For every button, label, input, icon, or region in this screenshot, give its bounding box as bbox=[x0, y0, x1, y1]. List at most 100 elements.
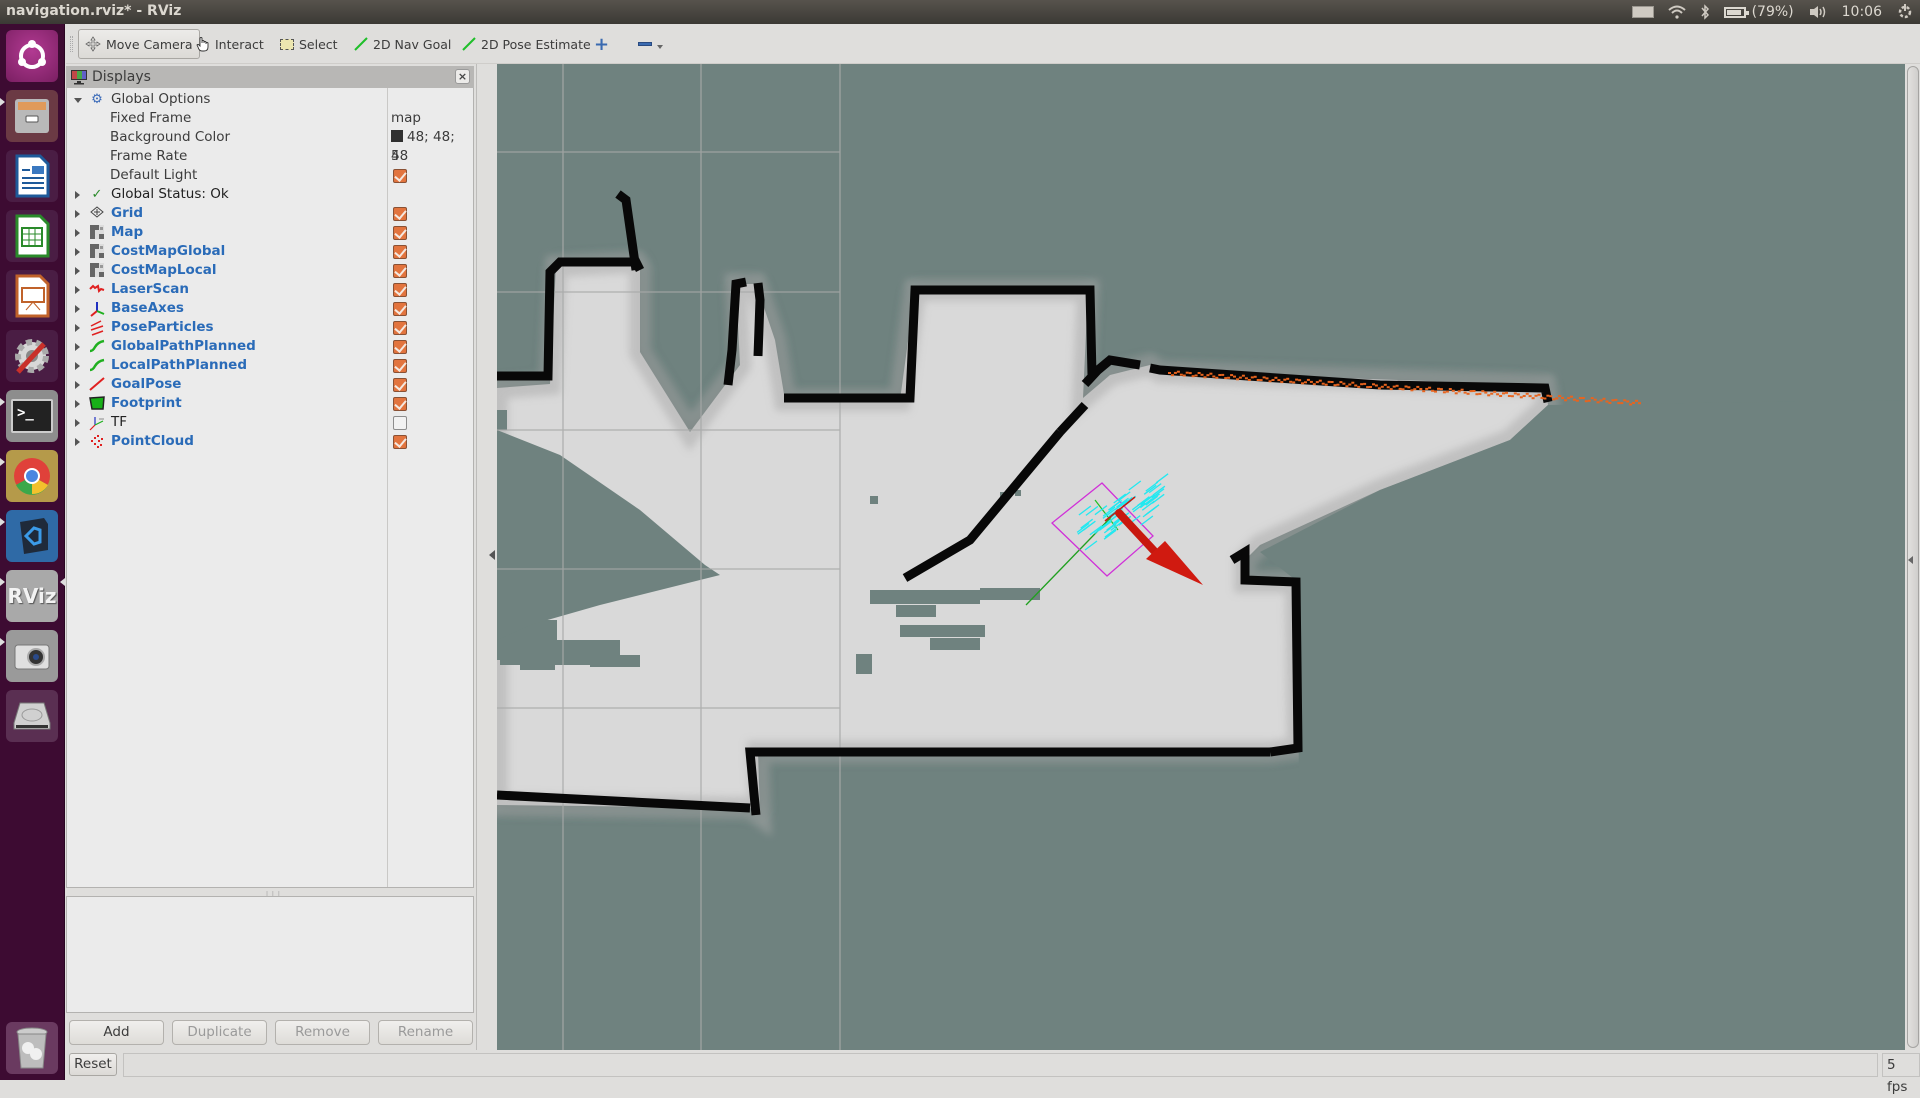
collapse-left-icon[interactable] bbox=[489, 550, 495, 560]
display-enabled-checkbox[interactable] bbox=[393, 207, 407, 221]
tree-row-laserscan[interactable]: LaserScan bbox=[67, 280, 473, 299]
display-enabled-checkbox[interactable] bbox=[393, 359, 407, 373]
tree-row-background-color[interactable]: Background Color 48; 48; 48 bbox=[67, 128, 473, 164]
tree-row-costmaplocal[interactable]: CostMapLocal bbox=[67, 261, 473, 280]
fixed-frame-value[interactable]: map bbox=[391, 109, 421, 128]
laser-point bbox=[1280, 381, 1284, 384]
battery-indicator[interactable]: (79%) bbox=[1723, 4, 1794, 20]
expand-arrow-icon[interactable] bbox=[75, 438, 80, 446]
trash-button[interactable] bbox=[6, 1022, 58, 1074]
disk-button[interactable] bbox=[6, 690, 58, 742]
frame-rate-value[interactable]: 5 bbox=[391, 147, 400, 166]
keyboard-icon[interactable] bbox=[1631, 6, 1654, 18]
expand-arrow-icon[interactable] bbox=[75, 229, 80, 237]
expand-arrow-icon[interactable] bbox=[75, 191, 80, 199]
remove-tool-button[interactable] bbox=[632, 29, 669, 59]
volume-icon[interactable] bbox=[1808, 4, 1828, 20]
remove-display-button[interactable]: Remove bbox=[275, 1020, 370, 1045]
display-enabled-checkbox[interactable] bbox=[393, 226, 407, 240]
interact-tool[interactable]: Interact bbox=[190, 29, 270, 59]
laser-point bbox=[1502, 392, 1505, 395]
expand-arrow-icon[interactable] bbox=[75, 324, 80, 332]
add-tool-button[interactable]: + bbox=[588, 29, 615, 59]
map-view[interactable] bbox=[497, 64, 1905, 1050]
tree-row-default-light[interactable]: Default Light bbox=[67, 166, 473, 185]
rename-display-button[interactable]: Rename bbox=[378, 1020, 473, 1045]
add-display-button[interactable]: Add bbox=[69, 1020, 164, 1045]
expand-arrow-icon[interactable] bbox=[75, 381, 80, 389]
power-icon[interactable] bbox=[1896, 3, 1914, 21]
tree-row-fixed-frame[interactable]: Fixed Frame map bbox=[67, 109, 473, 128]
display-enabled-checkbox[interactable] bbox=[393, 378, 407, 392]
expand-arrow-icon[interactable] bbox=[75, 267, 80, 275]
tree-row-frame-rate[interactable]: Frame Rate 5 bbox=[67, 147, 473, 166]
tree-row-localpathplanned[interactable]: LocalPathPlanned bbox=[67, 356, 473, 375]
default-light-checkbox[interactable] bbox=[393, 169, 407, 183]
expand-arrow-icon[interactable] bbox=[75, 400, 80, 408]
move-camera-tool[interactable]: Move Camera bbox=[78, 29, 200, 59]
display-enabled-checkbox[interactable] bbox=[393, 302, 407, 316]
reset-button[interactable]: Reset bbox=[69, 1053, 117, 1076]
laser-point bbox=[1215, 376, 1219, 379]
select-tool[interactable]: Select bbox=[274, 29, 344, 59]
running-indicator bbox=[0, 638, 5, 646]
laser-point bbox=[1454, 392, 1458, 395]
expand-arrow-icon[interactable] bbox=[75, 210, 80, 218]
laser-point bbox=[1528, 395, 1532, 398]
close-panel-button[interactable]: × bbox=[455, 69, 470, 84]
expand-arrow-icon[interactable] bbox=[75, 286, 80, 294]
calc-button[interactable] bbox=[6, 210, 58, 262]
laser-point bbox=[1233, 375, 1236, 378]
tree-row-costmapglobal[interactable]: CostMapGlobal bbox=[67, 242, 473, 261]
expand-right-icon[interactable] bbox=[1908, 556, 1913, 564]
clock[interactable]: 10:06 bbox=[1842, 4, 1882, 20]
render-viewport[interactable] bbox=[497, 64, 1905, 1050]
tree-row-global-status[interactable]: ✓ Global Status: Ok bbox=[67, 185, 473, 204]
display-enabled-checkbox[interactable] bbox=[393, 245, 407, 259]
duplicate-display-button[interactable]: Duplicate bbox=[172, 1020, 267, 1045]
collapse-arrow-icon[interactable] bbox=[74, 98, 82, 103]
tree-row-footprint[interactable]: Footprint bbox=[67, 394, 473, 413]
system-settings-button[interactable] bbox=[6, 330, 58, 382]
display-enabled-checkbox[interactable] bbox=[393, 435, 407, 449]
tree-row-goalpose[interactable]: GoalPose bbox=[67, 375, 473, 394]
expand-arrow-icon[interactable] bbox=[75, 343, 80, 351]
settings-gear-icon bbox=[15, 339, 49, 374]
tree-row-tf[interactable]: TF bbox=[67, 413, 473, 432]
expand-arrow-icon[interactable] bbox=[75, 305, 80, 313]
tree-row-grid[interactable]: Grid bbox=[67, 204, 473, 223]
display-enabled-checkbox[interactable] bbox=[393, 397, 407, 411]
tree-row-poseparticles[interactable]: PoseParticles bbox=[67, 318, 473, 337]
display-enabled-checkbox[interactable] bbox=[393, 283, 407, 297]
rviz-button[interactable]: RViz bbox=[6, 570, 58, 622]
bluetooth-icon[interactable] bbox=[1700, 4, 1710, 20]
files-button[interactable] bbox=[6, 90, 58, 142]
expand-arrow-icon[interactable] bbox=[75, 419, 80, 427]
expand-arrow-icon[interactable] bbox=[75, 362, 80, 370]
laser-point bbox=[1531, 397, 1535, 400]
tree-row-pointcloud[interactable]: PointCloud bbox=[67, 432, 473, 451]
display-enabled-checkbox[interactable] bbox=[393, 321, 407, 335]
display-enabled-checkbox[interactable] bbox=[393, 340, 407, 354]
tree-row-globalpathplanned[interactable]: GlobalPathPlanned bbox=[67, 337, 473, 356]
display-enabled-checkbox[interactable] bbox=[393, 416, 407, 430]
panel-collapse-handle[interactable] bbox=[476, 64, 497, 1050]
terminal-button[interactable]: >_ bbox=[6, 390, 58, 442]
right-panel-handle[interactable] bbox=[1905, 64, 1920, 1050]
ubuntu-dash-button[interactable] bbox=[6, 30, 58, 82]
laser-point bbox=[1472, 390, 1476, 392]
2d-nav-goal-tool[interactable]: 2D Nav Goal bbox=[348, 29, 457, 59]
expand-arrow-icon[interactable] bbox=[75, 248, 80, 256]
chrome-button[interactable] bbox=[6, 450, 58, 502]
vscode-button[interactable] bbox=[6, 510, 58, 562]
tree-row-baseaxes[interactable]: BaseAxes bbox=[67, 299, 473, 318]
impress-button[interactable] bbox=[6, 270, 58, 322]
wifi-icon[interactable] bbox=[1667, 5, 1686, 19]
toolbar-grip[interactable] bbox=[70, 36, 73, 52]
2d-pose-estimate-tool[interactable]: 2D Pose Estimate bbox=[456, 29, 597, 59]
writer-button[interactable] bbox=[6, 150, 58, 202]
camera-button[interactable] bbox=[6, 630, 58, 682]
tree-row-map[interactable]: Map bbox=[67, 223, 473, 242]
display-enabled-checkbox[interactable] bbox=[393, 264, 407, 278]
tree-row-global-options[interactable]: ⚙ Global Options bbox=[67, 90, 473, 109]
